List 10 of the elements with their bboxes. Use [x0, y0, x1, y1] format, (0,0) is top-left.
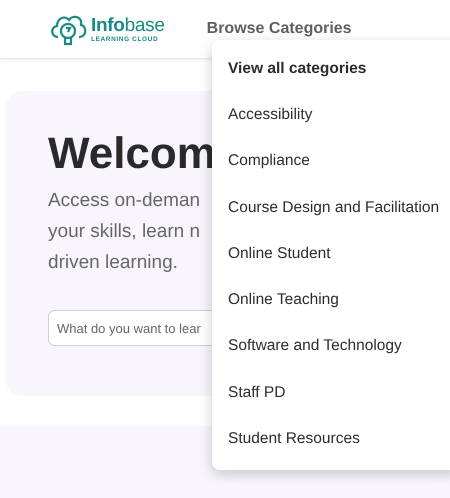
category-link[interactable]: Student Resources — [212, 424, 450, 470]
intro-text: driven learning. — [48, 252, 178, 273]
category-link[interactable]: View all categories — [212, 54, 450, 100]
logo-wordmark: Infobase — [91, 16, 165, 36]
intro-text: your skills, learn n — [48, 221, 200, 242]
category-link[interactable]: Staff PD — [212, 378, 450, 424]
browse-categories-menu[interactable]: Browse Categories — [206, 20, 352, 38]
category-link[interactable]: Online Student — [212, 238, 450, 286]
category-link[interactable]: Course Design and Facilitation — [212, 192, 450, 239]
intro-text: Access on-deman — [48, 190, 200, 211]
